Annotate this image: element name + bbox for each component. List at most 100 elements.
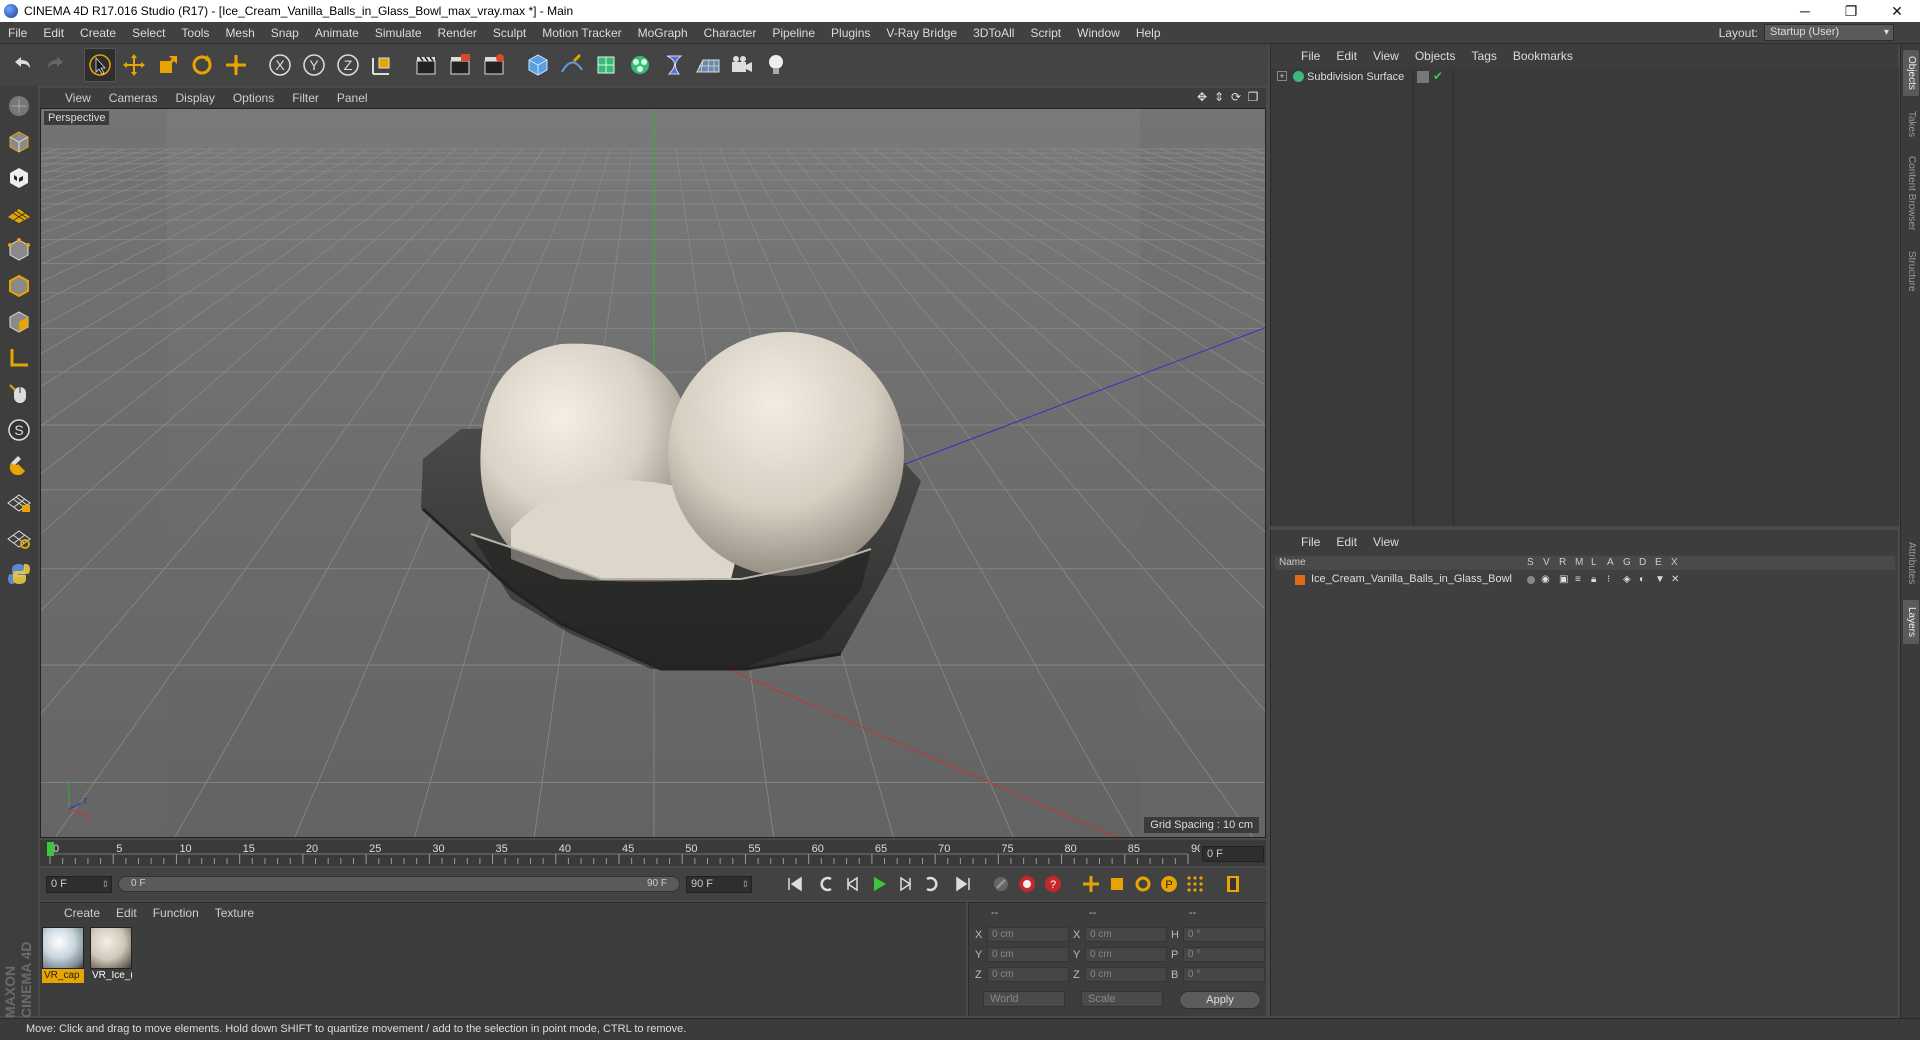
material-swatch-ice[interactable]: VR_Ice_( [90,927,132,985]
position-z-field[interactable]: 0 cm [987,967,1069,982]
deformer-button[interactable] [658,48,690,82]
menu-tools[interactable]: Tools [173,26,217,40]
size-mode-dropdown[interactable]: Scale [1081,991,1163,1007]
menu-file[interactable]: File [0,26,35,40]
model-mode-button[interactable] [3,126,35,158]
render-view-button[interactable] [410,48,442,82]
material-menu-create[interactable]: Create [56,906,108,920]
tab-objects[interactable]: Objects [1903,50,1919,96]
enable-snapping-button[interactable] [3,450,35,482]
rotation-h-field[interactable]: 0 ° [1183,927,1265,942]
menu-pipeline[interactable]: Pipeline [764,26,823,40]
go-to-end-button[interactable] [950,872,976,896]
material-swatch-cap[interactable]: VR_cap [42,927,84,985]
planar-workplane-button[interactable] [3,522,35,554]
key-position-button[interactable] [1078,872,1104,896]
axis-mode-button[interactable] [3,342,35,374]
restore-button[interactable]: ❐ [1828,0,1874,22]
tab-layers[interactable]: Layers [1903,600,1919,644]
tweak-mode-button[interactable] [3,378,35,410]
points-mode-button[interactable] [3,234,35,266]
viewport-rotate-icon[interactable]: ⟳ [1229,90,1243,104]
timeline-window-button[interactable] [1220,872,1246,896]
light-object-button[interactable] [760,48,792,82]
workplane-mode-button[interactable] [3,198,35,230]
timeline-ruler[interactable]: 051015202530354045505560657075808590 0 F [40,840,1266,866]
key-rotation-button[interactable] [1130,872,1156,896]
menu-mograph[interactable]: MoGraph [630,26,696,40]
menu-mesh[interactable]: Mesh [217,26,262,40]
python-script-button[interactable] [3,558,35,590]
size-y-field[interactable]: 0 cm [1085,947,1167,962]
undo-button[interactable] [6,48,38,82]
viewport-menu-options[interactable]: Options [224,91,283,105]
close-button[interactable]: ✕ [1874,0,1920,22]
viewport-menu-display[interactable]: Display [166,91,223,105]
subdivision-surface-button[interactable] [590,48,622,82]
viewport-menu-panel[interactable]: Panel [328,91,377,105]
layers-menu-view[interactable]: View [1365,535,1407,549]
texture-mode-button[interactable] [3,162,35,194]
position-y-field[interactable]: 0 cm [987,947,1069,962]
layers-menu-file[interactable]: File [1293,535,1328,549]
tab-structure[interactable]: Structure [1903,244,1919,298]
locked-workplane-button[interactable] [3,486,35,518]
deformer-icon[interactable]: ◐ [1639,574,1645,585]
menu-character[interactable]: Character [696,26,765,40]
previous-frame-button[interactable] [840,872,866,896]
view-eye-icon[interactable]: ◉ [1541,574,1550,585]
spline-pen-button[interactable] [556,48,588,82]
redo-button[interactable] [40,48,72,82]
current-frame-field[interactable]: 0 F [1202,846,1264,862]
viewport-menu-cameras[interactable]: Cameras [100,91,167,105]
snap-toggle-button[interactable]: S [3,414,35,446]
menu-3dtoall[interactable]: 3DToAll [965,26,1022,40]
objects-menu-bookmarks[interactable]: Bookmarks [1505,49,1581,63]
viewport-menu-view[interactable]: View [56,91,100,105]
polygons-mode-button[interactable] [3,306,35,338]
position-x-field[interactable]: 0 cm [987,927,1069,942]
viewport-move-icon[interactable]: ✥ [1195,90,1209,104]
start-frame-field[interactable]: 0 F [46,875,112,893]
xref-icon[interactable]: ✕ [1671,574,1679,585]
render-to-picture-viewer-button[interactable] [444,48,476,82]
3d-viewport[interactable]: y x z Perspective Grid Spacing : 10 cm [40,108,1266,838]
previous-key-button[interactable] [814,872,840,896]
coordinate-space-dropdown[interactable]: World [983,991,1065,1007]
objects-menu-file[interactable]: File [1293,49,1328,63]
animation-icon[interactable]: ⁝ [1607,574,1610,585]
next-frame-button[interactable] [892,872,918,896]
objects-menu-objects[interactable]: Objects [1407,49,1464,63]
cube-primitive-button[interactable] [522,48,554,82]
minimize-button[interactable]: ─ [1782,0,1828,22]
y-axis-lock-button[interactable]: Y [298,48,330,82]
preview-range-slider[interactable]: 0 F 90 F [118,876,680,892]
apply-button[interactable]: Apply [1179,991,1261,1009]
menu-motion-tracker[interactable]: Motion Tracker [534,26,629,40]
end-frame-field[interactable]: 90 F [686,875,752,893]
edges-mode-button[interactable] [3,270,35,302]
select-tool-button[interactable] [84,48,116,82]
expression-icon[interactable]: ▼ [1655,574,1665,585]
menu-edit[interactable]: Edit [35,26,72,40]
objects-menu-view[interactable]: View [1365,49,1407,63]
objects-menu-edit[interactable]: Edit [1328,49,1365,63]
go-to-start-button[interactable] [782,872,808,896]
enabled-check-icon[interactable]: ✔ [1433,69,1443,83]
scale-tool-button[interactable] [152,48,184,82]
x-axis-lock-button[interactable]: X [264,48,296,82]
layers-menu-edit[interactable]: Edit [1328,535,1365,549]
move-tool-button[interactable] [118,48,150,82]
record-keyframe-disabled-button[interactable] [988,872,1014,896]
menu-snap[interactable]: Snap [263,26,307,40]
manager-icon[interactable]: ≡ [1575,574,1581,585]
viewport-menu-filter[interactable]: Filter [283,91,328,105]
visibility-toggle-icon[interactable] [1417,71,1429,83]
layout-dropdown[interactable]: Startup (User) [1764,24,1894,41]
menu-sculpt[interactable]: Sculpt [485,26,534,40]
floor-object-button[interactable] [692,48,724,82]
menu-vray-bridge[interactable]: V-Ray Bridge [878,26,965,40]
expand-plus-icon[interactable]: + [1277,71,1287,81]
menu-script[interactable]: Script [1022,26,1069,40]
material-menu-function[interactable]: Function [145,906,207,920]
